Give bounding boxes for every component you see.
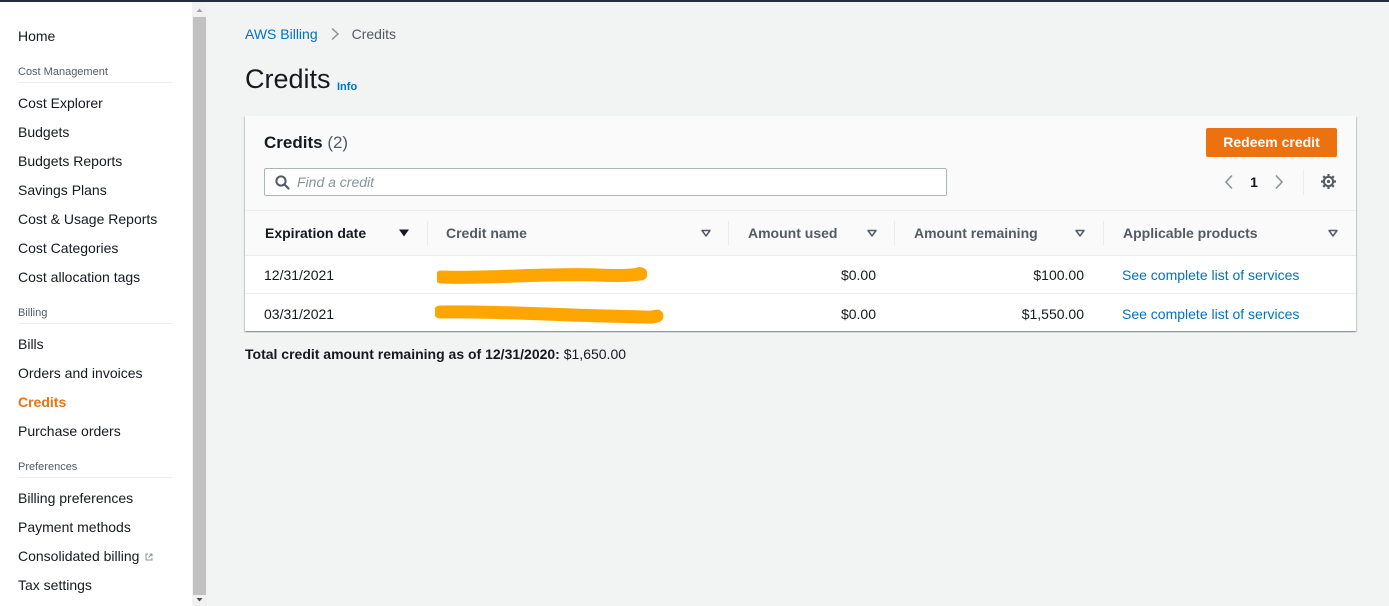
- column-divider: [728, 221, 729, 246]
- column-divider: [1103, 221, 1104, 246]
- col-header-credit-name[interactable]: Credit name: [446, 211, 527, 256]
- table-row: 03/31/2021 $0.00 $1,550.00 See complete …: [245, 295, 1356, 333]
- redeem-credit-button[interactable]: Redeem credit: [1206, 128, 1337, 157]
- sidebar-section-preferences: Preferences: [18, 461, 172, 478]
- panel-title-text: Credits: [264, 133, 323, 152]
- breadcrumb-aws-billing[interactable]: AWS Billing: [245, 26, 318, 42]
- sidebar-item-payment-methods[interactable]: Payment methods: [18, 519, 131, 535]
- total-credit-summary: Total credit amount remaining as of 12/3…: [245, 346, 626, 362]
- scrollbar-thumb[interactable]: [193, 17, 206, 595]
- col-header-applicable-products[interactable]: Applicable products: [1123, 211, 1258, 256]
- cell-amount-remaining: $100.00: [1033, 267, 1084, 283]
- cell-expiration-date: 12/31/2021: [264, 267, 335, 283]
- sidebar-item-budgets-reports[interactable]: Budgets Reports: [18, 153, 122, 169]
- chevron-right-icon: [1275, 174, 1284, 190]
- sidebar-scrollbar[interactable]: [192, 2, 207, 606]
- col-header-amount-remaining[interactable]: Amount remaining: [914, 211, 1038, 256]
- sidebar-item-cost-usage-reports[interactable]: Cost & Usage Reports: [18, 211, 157, 227]
- see-services-link[interactable]: See complete list of services: [1122, 295, 1299, 333]
- scroll-down-arrow-icon[interactable]: [192, 594, 207, 606]
- top-border: [0, 0, 1389, 2]
- credits-panel: Credits (2) Redeem credit 1 Expiration d…: [245, 116, 1356, 331]
- sort-icon[interactable]: [866, 227, 878, 239]
- page-title: Credits: [245, 64, 331, 94]
- column-divider: [427, 221, 428, 246]
- col-header-expiration-date[interactable]: Expiration date: [265, 211, 366, 256]
- sort-icon[interactable]: [1327, 227, 1339, 239]
- redacted-credit-name: [437, 267, 647, 284]
- chevron-left-icon: [1224, 174, 1233, 190]
- pagination: 1: [1220, 171, 1288, 193]
- sidebar-item-cost-categories[interactable]: Cost Categories: [18, 240, 118, 256]
- search-box[interactable]: [264, 168, 947, 196]
- sidebar-item-credits[interactable]: Credits: [18, 394, 66, 410]
- panel-header: Credits (2) Redeem credit 1: [245, 116, 1356, 211]
- sidebar-item-purchase-orders[interactable]: Purchase orders: [18, 423, 121, 439]
- cell-expiration-date: 03/31/2021: [264, 306, 335, 322]
- sidebar-item-consolidated-billing[interactable]: Consolidated billing: [18, 548, 153, 564]
- credits-count: (2): [327, 133, 349, 152]
- gear-icon[interactable]: [1320, 173, 1337, 190]
- table-row: 12/31/2021 $0.00 $100.00 See complete li…: [245, 256, 1356, 294]
- chevron-right-icon: [331, 27, 339, 41]
- scroll-up-arrow-icon[interactable]: [192, 4, 207, 16]
- next-page-button[interactable]: [1270, 171, 1288, 193]
- sidebar-item-home[interactable]: Home: [18, 28, 55, 44]
- breadcrumb: AWS Billing Credits: [245, 26, 396, 42]
- sidebar-nav: Home Cost Management Cost Explorer Budge…: [0, 2, 192, 606]
- cell-amount-used: $0.00: [840, 267, 876, 283]
- column-divider: [894, 221, 895, 246]
- prev-page-button[interactable]: [1220, 171, 1238, 193]
- sort-descending-icon[interactable]: [398, 227, 410, 239]
- panel-title: Credits (2): [264, 133, 348, 153]
- pager-divider: [1303, 169, 1304, 195]
- search-icon: [275, 175, 290, 190]
- cell-amount-used: $0.00: [840, 306, 876, 322]
- redacted-credit-name: [435, 305, 664, 324]
- sort-icon[interactable]: [700, 227, 712, 239]
- sidebar-item-tax-settings[interactable]: Tax settings: [18, 577, 92, 593]
- current-page-number[interactable]: 1: [1242, 174, 1266, 190]
- info-link[interactable]: Info: [337, 81, 357, 93]
- sidebar-item-label: Consolidated billing: [18, 548, 140, 564]
- search-input[interactable]: [297, 172, 937, 192]
- breadcrumb-current: Credits: [351, 26, 396, 42]
- sidebar-item-bills[interactable]: Bills: [18, 336, 44, 352]
- sidebar-item-orders-invoices[interactable]: Orders and invoices: [18, 365, 143, 381]
- total-label: Total credit amount remaining as of 12/3…: [245, 346, 560, 362]
- cell-amount-remaining: $1,550.00: [1021, 306, 1084, 322]
- table-header: Expiration date Credit name Amount used …: [245, 211, 1356, 256]
- sidebar-item-cost-explorer[interactable]: Cost Explorer: [18, 95, 103, 111]
- sidebar-item-budgets[interactable]: Budgets: [18, 124, 69, 140]
- sidebar-section-cost-management: Cost Management: [18, 66, 172, 83]
- external-link-icon: [145, 553, 153, 561]
- sidebar-item-billing-preferences[interactable]: Billing preferences: [18, 490, 133, 506]
- sidebar-section-billing: Billing: [18, 307, 172, 324]
- sidebar-item-cost-allocation-tags[interactable]: Cost allocation tags: [18, 269, 140, 285]
- see-services-link[interactable]: See complete list of services: [1122, 256, 1299, 294]
- sidebar-item-savings-plans[interactable]: Savings Plans: [18, 182, 107, 198]
- col-header-amount-used[interactable]: Amount used: [748, 211, 837, 256]
- sort-icon[interactable]: [1074, 227, 1086, 239]
- total-value: $1,650.00: [563, 346, 627, 362]
